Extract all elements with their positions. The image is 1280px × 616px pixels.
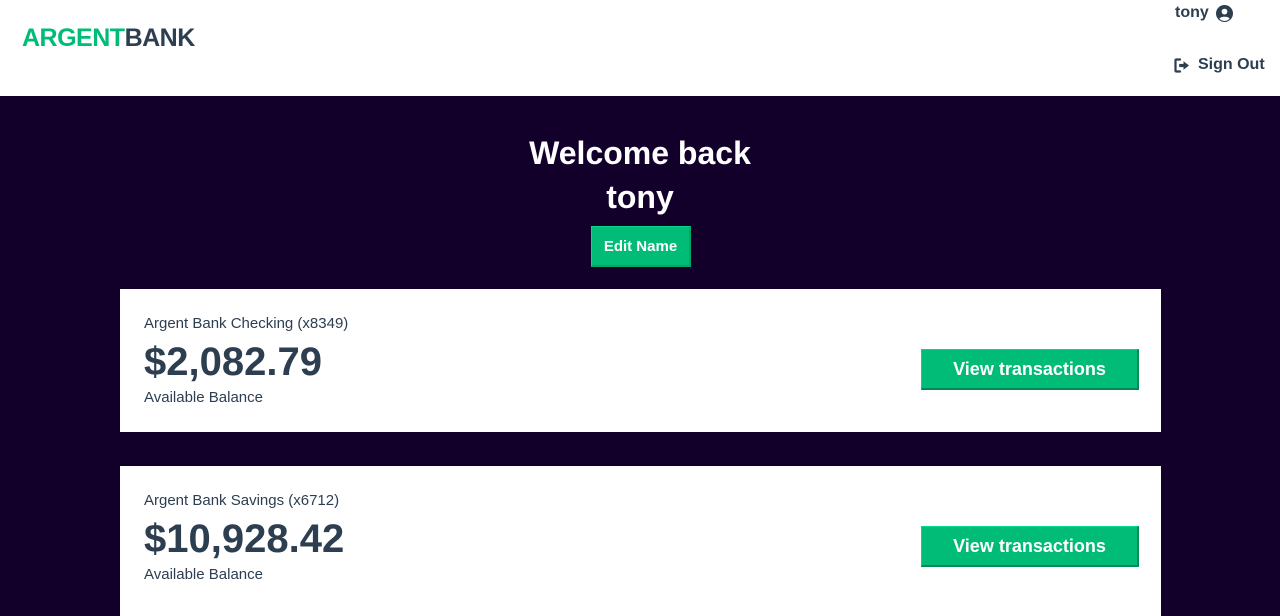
- view-transactions-button[interactable]: View transactions: [921, 349, 1139, 390]
- argent-bank-logo[interactable]: ARGENT BANK: [22, 23, 195, 53]
- view-transactions-button[interactable]: View transactions: [921, 526, 1139, 567]
- account-title: Argent Bank Checking (x8349): [144, 315, 349, 332]
- account-amount: $10,928.42: [144, 517, 345, 561]
- account-title: Argent Bank Savings (x6712): [144, 492, 340, 509]
- account-amount-description: Available Balance: [144, 566, 263, 583]
- account-amount-description: Available Balance: [144, 389, 263, 406]
- sign-out-link[interactable]: Sign Out: [1174, 54, 1265, 76]
- account-card-checking: Argent Bank Checking (x8349) $2,082.79 A…: [120, 289, 1161, 432]
- sign-out-icon: [1174, 57, 1191, 73]
- account-amount: $2,082.79: [144, 340, 322, 384]
- welcome-username: tony: [606, 179, 674, 215]
- welcome-title: Welcome back tony: [0, 131, 1280, 219]
- main-nav: ARGENT BANK tony Sign Out: [0, 0, 1280, 96]
- logo-text-bank: BANK: [124, 24, 196, 52]
- account-card-savings: Argent Bank Savings (x6712) $10,928.42 A…: [120, 466, 1161, 616]
- edit-name-button[interactable]: Edit Name: [591, 226, 691, 267]
- logo-text-argent: ARGENT: [22, 24, 125, 52]
- user-profile-link[interactable]: tony: [1175, 2, 1233, 24]
- sign-out-label: Sign Out: [1198, 56, 1265, 73]
- username-label: tony: [1175, 4, 1209, 21]
- user-circle-icon: [1215, 4, 1233, 22]
- welcome-line: Welcome back: [529, 135, 751, 171]
